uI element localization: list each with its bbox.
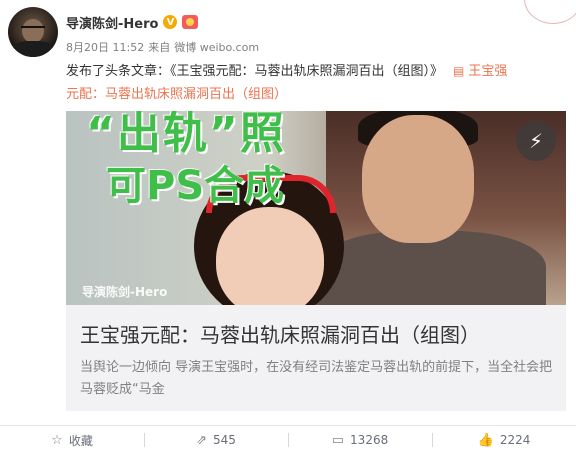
post-source[interactable]: 微博 weibo.com: [174, 39, 259, 55]
thumbs-up-icon: 👍: [477, 432, 494, 448]
post-time[interactable]: 8月20日 11:52: [66, 39, 144, 55]
avatar[interactable]: [8, 7, 58, 57]
article-icon: ▤: [453, 64, 465, 78]
post-text-prefix: 发布了头条文章：: [66, 64, 171, 79]
username-link[interactable]: 导演陈剑-Hero: [66, 13, 158, 32]
flash-share-icon[interactable]: ⚡: [516, 121, 556, 161]
medal-icon[interactable]: [182, 15, 199, 29]
post-text: 发布了头条文章：《王宝强元配：马蓉出轨床照漏洞百出（组图）》 ▤ 王宝强元配：马蓉出…: [66, 60, 566, 106]
article-cover-image[interactable]: “出轨”照 可PS合成 导演陈剑-Hero ⚡: [66, 111, 566, 305]
like-count: 2224: [499, 433, 531, 447]
action-bar: ☆ 收藏 ⇗ 545 ▭ 13268 👍 2224: [0, 426, 576, 454]
repost-icon: ⇗: [196, 432, 207, 448]
article-card[interactable]: “出轨”照 可PS合成 导演陈剑-Hero ⚡ 王宝强元配：马蓉出轨床照漏洞百出…: [66, 111, 566, 411]
article-link-part1[interactable]: 王宝强: [468, 64, 507, 79]
article-summary: 当舆论一边倾向 导演王宝强时，在没有经司法鉴定马蓉出轨的前提下，当全社会把马蓉贬…: [80, 360, 553, 397]
image-overlay-text-2: 可PS合成: [106, 163, 285, 209]
like-button[interactable]: 👍 2224: [432, 426, 576, 454]
post-meta: 8月20日 11:52 来自 微博 weibo.com: [66, 39, 259, 55]
source-prefix: 来自: [148, 41, 171, 54]
star-icon: ☆: [51, 432, 63, 448]
article-title[interactable]: 王宝强元配：马蓉出轨床照漏洞百出（组图）: [80, 319, 480, 348]
favorite-button[interactable]: ☆ 收藏: [0, 426, 144, 454]
favorite-label: 收藏: [68, 433, 93, 448]
comment-button[interactable]: ▭ 13268: [288, 426, 432, 454]
image-watermark: 导演陈剑-Hero: [82, 285, 168, 299]
repost-count: 545: [213, 433, 236, 447]
article-link-part2[interactable]: 元配：马蓉出轨床照漏洞百出（组图）: [66, 87, 287, 102]
repost-button[interactable]: ⇗ 545: [144, 426, 288, 454]
user-row: 导演陈剑-Hero V: [66, 12, 199, 32]
comment-count: 13268: [350, 433, 389, 447]
corner-stamp: [518, 0, 576, 28]
article-reference: 《王宝强元配：马蓉出轨床照漏洞百出（组图）》: [170, 64, 444, 79]
comment-icon: ▭: [331, 432, 345, 448]
verified-icon[interactable]: V: [163, 15, 178, 29]
